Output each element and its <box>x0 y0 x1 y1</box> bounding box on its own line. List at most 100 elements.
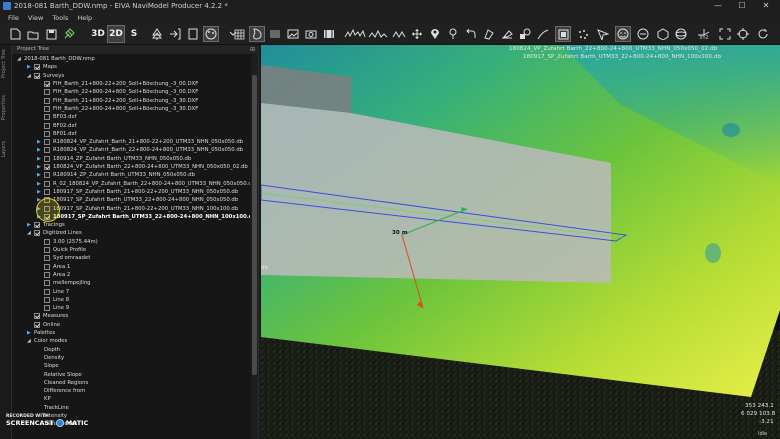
sidetab-properties[interactable]: Properties <box>1 95 11 120</box>
view-s-button[interactable]: S <box>128 26 140 42</box>
palette-icon[interactable] <box>203 26 219 42</box>
visibility-checkbox[interactable] <box>44 296 50 303</box>
sphere-icon[interactable] <box>674 27 688 41</box>
rotate-icon[interactable] <box>756 27 770 41</box>
tree-row[interactable]: Slope <box>37 362 59 370</box>
visibility-checkbox[interactable] <box>34 222 40 229</box>
expand-arrow-icon[interactable]: ▶ <box>37 172 44 178</box>
visibility-checkbox[interactable] <box>44 180 50 187</box>
tree-row[interactable]: ▶ 180824_VP_Zufahrt Barth_22+800-24+800_U… <box>37 163 248 171</box>
visibility-checkbox[interactable] <box>44 155 50 162</box>
sidetab-project-tree[interactable]: Project Tree <box>1 49 11 78</box>
visibility-checkbox[interactable] <box>44 147 50 154</box>
profile-icon[interactable] <box>344 27 366 41</box>
menu-view[interactable]: View <box>28 14 43 22</box>
menu-tools[interactable]: Tools <box>52 14 68 22</box>
expand-arrow-icon[interactable]: ▶ <box>27 64 34 70</box>
tree-row[interactable]: Syd omraadet <box>37 254 90 262</box>
satellite-icon[interactable] <box>62 27 76 41</box>
tree-row[interactable]: ▶ 180917_SP_Zufahrt Barth_UTM33_22+800-24… <box>37 213 250 221</box>
visibility-checkbox[interactable] <box>34 72 40 79</box>
collapse-arrow-icon[interactable]: ◢ <box>17 56 24 62</box>
tree-row[interactable]: FIH_Barth_22+800-24+800_Soll+Böschung_-3… <box>37 88 198 96</box>
layer-icon[interactable] <box>555 26 571 42</box>
visibility-checkbox[interactable] <box>44 263 50 270</box>
visibility-checkbox[interactable] <box>44 122 50 129</box>
menu-help[interactable]: Help <box>77 14 92 22</box>
visibility-checkbox[interactable] <box>44 130 50 137</box>
tree-row[interactable]: FIH_Barth_22+800-24+800_Soll+Böschung_-3… <box>37 105 198 113</box>
close-button[interactable]: ✕ <box>754 0 778 12</box>
expand-arrow-icon[interactable]: ▶ <box>37 189 44 195</box>
maximize-button[interactable]: ☐ <box>730 0 754 12</box>
visibility-checkbox[interactable] <box>44 247 50 254</box>
visibility-checkbox[interactable] <box>44 89 50 96</box>
visibility-checkbox[interactable] <box>44 114 50 121</box>
camera-icon[interactable] <box>304 27 318 41</box>
visibility-checkbox[interactable] <box>44 238 50 245</box>
tree-row[interactable]: 3.00 (2575.44m) <box>37 238 98 246</box>
point-cloud-icon[interactable] <box>576 27 590 41</box>
reset-view-icon[interactable] <box>736 27 750 41</box>
collapse-arrow-icon[interactable]: ◢ <box>27 338 34 344</box>
tree-row[interactable]: Line 8 <box>37 296 69 304</box>
view-2d-button[interactable]: 2D <box>107 25 125 43</box>
tree-row[interactable]: ▶ Maps <box>27 63 57 71</box>
visibility-checkbox[interactable] <box>44 305 50 312</box>
profile-alt-icon[interactable] <box>368 27 390 41</box>
sidetab-layers[interactable]: Layers <box>1 141 11 158</box>
tree-row[interactable]: BF02.dxf <box>37 121 76 129</box>
expand-arrow-icon[interactable]: ▶ <box>37 147 44 153</box>
visibility-checkbox[interactable] <box>44 97 50 104</box>
tree-row[interactable]: ▶ 180917_SP_Zufahrt Barth_UTM33_22+800-24… <box>37 196 238 204</box>
tree-row[interactable]: Depth <box>37 346 60 354</box>
tree-row[interactable]: Line 9 <box>37 304 69 312</box>
expand-arrow-icon[interactable]: ▶ <box>37 181 44 187</box>
tree-row[interactable]: Measures <box>27 312 68 320</box>
tree-row[interactable]: FIH_Barth_21+800-22+200_Soll+Böschung_-3… <box>37 80 198 88</box>
tree-row[interactable]: Quick Profile <box>37 246 86 254</box>
settings-face-icon[interactable] <box>636 27 650 41</box>
tree-row[interactable]: TrackLine <box>37 404 69 412</box>
collapse-arrow-icon[interactable]: ◢ <box>27 73 34 79</box>
tree-row[interactable]: ▶ 180917_SP_Zufahrt Barth_21+800-22+200_U… <box>37 204 238 212</box>
tree-row[interactable]: ▶ 180914_ZP_Zufahrt Barth_UTM33_NHN_050x0… <box>37 155 191 163</box>
visibility-checkbox[interactable] <box>44 164 50 171</box>
expand-arrow-icon[interactable]: ▶ <box>37 139 44 145</box>
tree-row[interactable]: KP <box>37 395 51 403</box>
tree-row[interactable]: ◢ Color modes <box>27 337 67 345</box>
menu-file[interactable]: File <box>8 14 19 22</box>
shapes-icon[interactable] <box>518 27 532 41</box>
hatch-icon[interactable] <box>268 27 282 41</box>
tree-row[interactable]: FIH_Barth_21+800-22+200_Soll+Böschung_-3… <box>37 97 198 105</box>
tree-row[interactable]: ◢ Surveys <box>27 72 64 80</box>
tree-row[interactable]: Line 7 <box>37 287 69 295</box>
profile-small-icon[interactable] <box>392 27 406 41</box>
scrollbar-thumb[interactable] <box>252 75 257 375</box>
tree-row[interactable]: Cleaned Regions <box>37 379 88 387</box>
visibility-checkbox[interactable] <box>44 255 50 262</box>
path-icon[interactable] <box>536 27 550 41</box>
visibility-checkbox[interactable] <box>34 64 40 71</box>
tree-scrollbar[interactable] <box>251 55 258 439</box>
tree-row[interactable]: BF03.dxf <box>37 113 76 121</box>
expand-arrow-icon[interactable]: ▶ <box>37 164 44 170</box>
undo-icon[interactable] <box>464 27 478 41</box>
pin-icon[interactable] <box>428 27 442 41</box>
visibility-checkbox[interactable] <box>44 81 50 88</box>
save-icon[interactable] <box>44 27 58 41</box>
visibility-checkbox[interactable] <box>44 271 50 278</box>
document-icon[interactable] <box>186 27 200 41</box>
erase-icon[interactable] <box>500 27 514 41</box>
map-icon[interactable] <box>249 26 265 42</box>
tree-row[interactable]: Area 2 <box>37 271 70 279</box>
expand-arrow-icon[interactable]: ▶ <box>37 156 44 162</box>
tree-row[interactable]: ◢ 2018-081 Barth_DDW.nmp <box>17 55 95 63</box>
tree-row[interactable]: ▶ R180824_VP_Zufahrt_Barth_22+800-24+800_… <box>37 146 243 154</box>
cube-icon[interactable] <box>656 27 670 41</box>
3d-viewport[interactable]: 180824_VP_Zufahrt Barth_22+800-24+800_UT… <box>261 45 780 439</box>
move-icon[interactable] <box>410 27 424 41</box>
visibility-checkbox[interactable] <box>34 313 40 320</box>
pin-icon[interactable]: ⊞ <box>250 45 255 54</box>
tree-row[interactable]: Online <box>27 321 60 329</box>
